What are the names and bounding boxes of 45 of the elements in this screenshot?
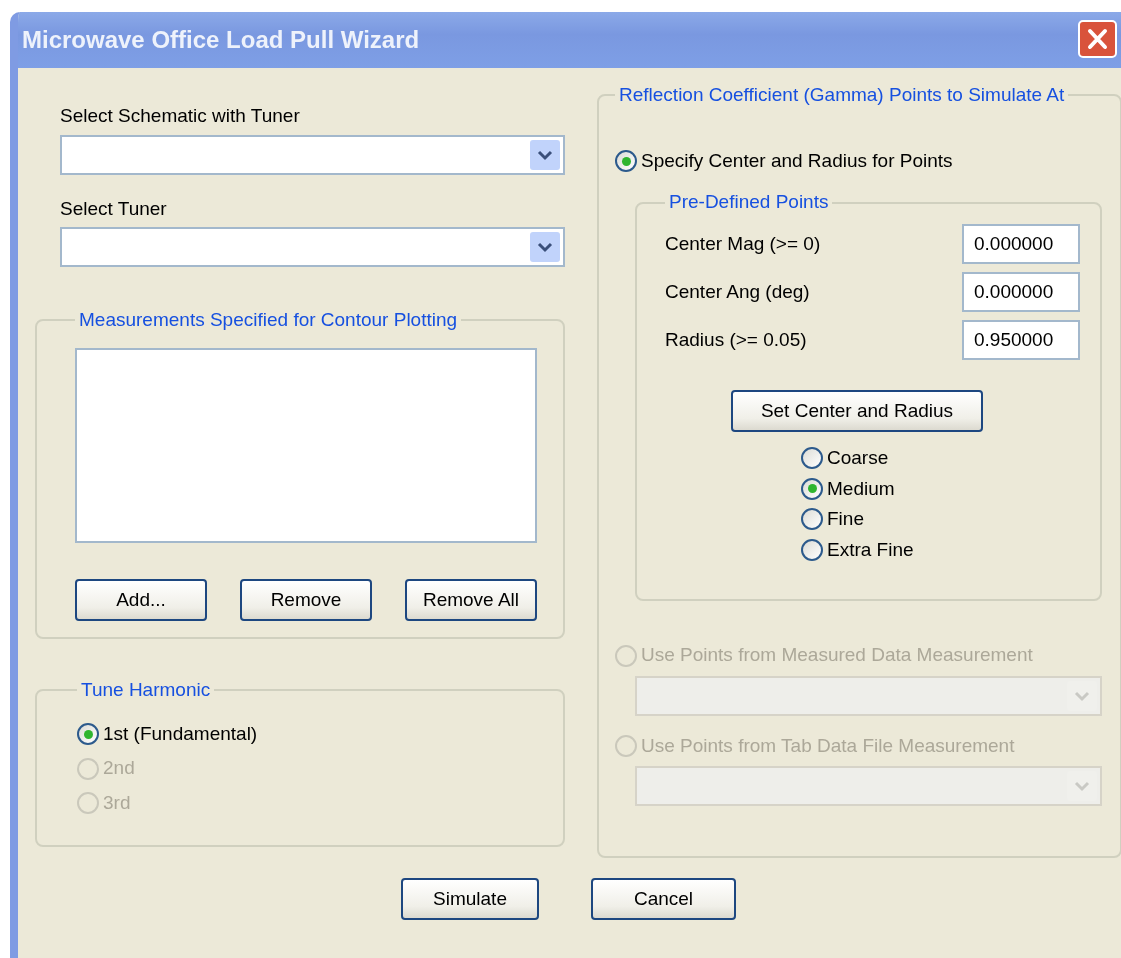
chevron-down-icon — [536, 148, 554, 161]
radio-label: Extra Fine — [827, 537, 914, 562]
dropdown[interactable] — [60, 227, 565, 267]
button[interactable]: Remove — [240, 578, 372, 621]
field-label: Select Schematic with Tuner — [60, 104, 300, 128]
list-box[interactable] — [75, 347, 537, 543]
radio-button[interactable] — [801, 508, 823, 531]
radio-button[interactable] — [801, 447, 823, 470]
radio-label: Medium — [827, 476, 895, 501]
button[interactable]: Cancel — [591, 878, 736, 920]
field-label: Center Mag (>= 0) — [665, 231, 821, 256]
radio-button[interactable] — [615, 150, 637, 173]
field-label: Center Ang (deg) — [665, 279, 810, 304]
chevron-down-icon — [1073, 689, 1091, 702]
radio-button[interactable] — [801, 477, 823, 500]
chevron-down-icon — [536, 241, 554, 253]
radio-label: Fine — [827, 507, 864, 532]
dropdown[interactable] — [635, 675, 1102, 716]
dropdown[interactable] — [635, 766, 1102, 807]
radio-button[interactable] — [77, 723, 99, 746]
close-button[interactable] — [1078, 20, 1117, 58]
button[interactable]: Remove All — [405, 578, 537, 621]
group-title: Pre-Defined Points — [668, 191, 830, 215]
group-title: Tune Harmonic — [80, 679, 212, 702]
radio-label: 1st (Fundamental) — [103, 721, 258, 746]
field-label: Select Tuner — [60, 196, 167, 221]
dropdown[interactable] — [60, 134, 565, 175]
chevron-down-icon — [1073, 780, 1091, 793]
button[interactable]: Simulate — [401, 878, 539, 920]
button[interactable]: Add... — [75, 578, 207, 621]
input-field[interactable]: 0.000000 — [962, 224, 1080, 265]
window-title: Microwave Office Load Pull Wizard — [22, 25, 420, 55]
radio-button[interactable] — [801, 538, 823, 561]
radio-label: 3rd — [103, 790, 131, 815]
radio-label: 2nd — [103, 756, 135, 781]
radio-label: Use Points from Tab Data File Measurement — [641, 733, 1015, 758]
radio-label: Coarse — [827, 446, 889, 471]
input-field[interactable]: 0.000000 — [962, 272, 1080, 313]
field-label: Radius (>= 0.05) — [665, 327, 807, 352]
radio-label: Specify Center and Radius for Points — [641, 148, 953, 173]
group-title: Reflection Coefficient (Gamma) Points to Simulate At — [618, 84, 1066, 107]
group-title: Measurements Specified for Contour Plotting — [78, 309, 459, 332]
radio-label: Use Points from Measured Data Measurement — [641, 643, 1033, 668]
input-field[interactable]: 0.950000 — [962, 320, 1080, 361]
button[interactable]: Set Center and Radius — [731, 390, 983, 433]
